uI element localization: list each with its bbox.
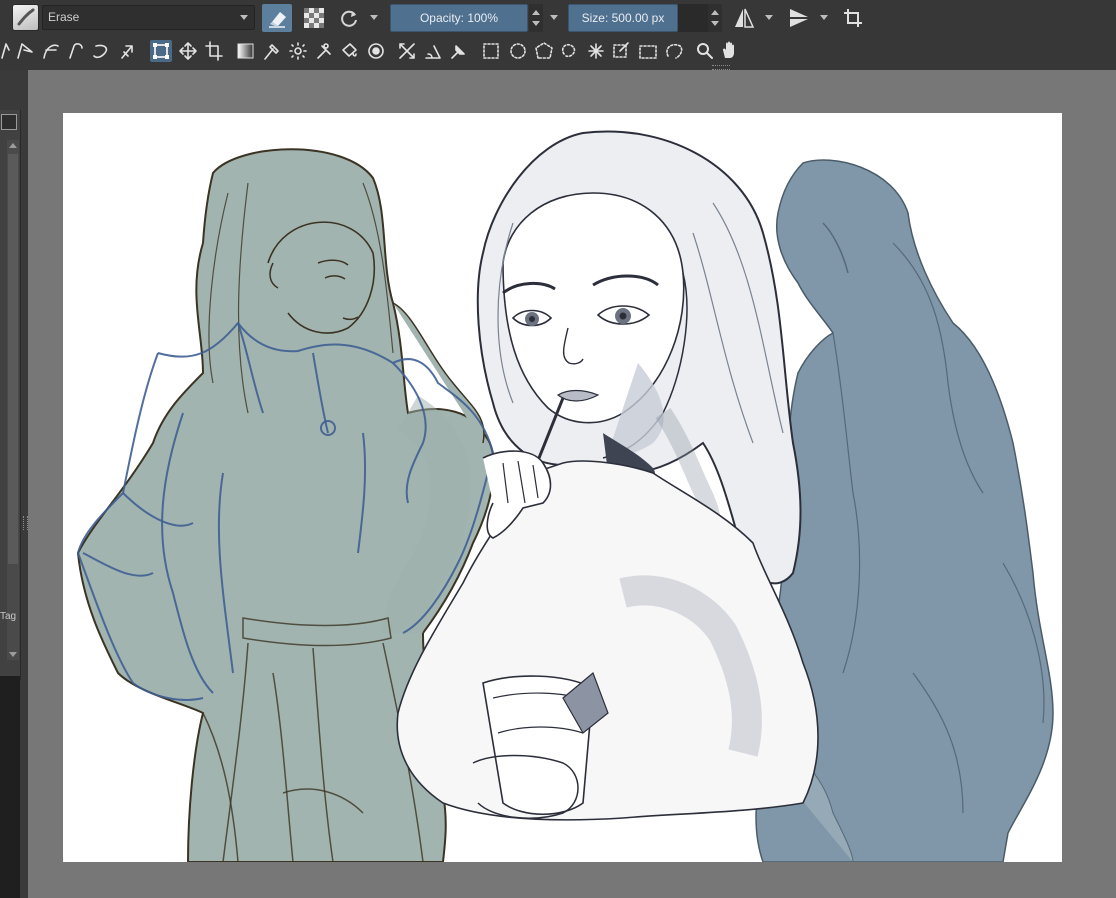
horizontal-mirror-button[interactable] — [731, 5, 757, 31]
gradient-icon[interactable] — [237, 43, 254, 59]
measure-icon[interactable] — [399, 43, 415, 59]
tag-label: Tag — [0, 611, 17, 622]
reference-pin-icon[interactable] — [451, 45, 465, 59]
chevron-down-icon[interactable] — [370, 15, 378, 20]
dynamic-brush-icon[interactable] — [93, 44, 108, 59]
zoom-icon[interactable] — [697, 43, 713, 59]
freehand-select-icon[interactable] — [561, 43, 576, 58]
spin-down-icon[interactable] — [532, 21, 540, 26]
sketch-artwork — [76, 130, 1054, 862]
rect-select-icon[interactable] — [483, 43, 499, 59]
opacity-spinner[interactable] — [529, 4, 543, 32]
size-value: Size: 500.00 px — [581, 11, 665, 25]
mirror-horizontal-icon — [735, 8, 755, 28]
opacity-value: Opacity: 100% — [419, 11, 499, 25]
spin-up-icon[interactable] — [532, 10, 540, 15]
chevron-down-icon[interactable] — [765, 15, 773, 20]
path-icon[interactable] — [1, 43, 10, 59]
opacity-slider[interactable]: Opacity: 100% — [390, 4, 528, 32]
magnetic-select-icon[interactable] — [666, 43, 683, 59]
wrap-around-button[interactable] — [840, 5, 866, 31]
chevron-down-icon — [240, 15, 248, 20]
chevron-down-icon[interactable] — [820, 15, 828, 20]
move-icon[interactable] — [179, 42, 197, 60]
canvas[interactable] — [63, 113, 1062, 862]
multibrush-icon[interactable] — [121, 45, 133, 59]
pan-icon[interactable] — [723, 41, 734, 59]
crop-icon[interactable] — [205, 41, 223, 61]
assistant-icon[interactable] — [317, 43, 331, 59]
tool-options-bar: Erase Opacity: 100% Size: 500.00 px — [0, 0, 1116, 36]
scroll-up-icon[interactable] — [9, 143, 17, 148]
eraser-mode-button[interactable] — [262, 4, 292, 32]
crop-wrap-icon — [844, 9, 862, 27]
mirror-vertical-icon — [790, 9, 808, 27]
brush-preset-name: Erase — [48, 10, 80, 24]
bezier-select-icon[interactable] — [639, 45, 657, 59]
scroll-down-icon[interactable] — [9, 652, 17, 657]
toolbox-icons — [1, 40, 734, 62]
similar-select-icon[interactable] — [613, 42, 629, 58]
docker-lower-panel — [0, 676, 20, 898]
bezier-curve-icon[interactable] — [43, 44, 59, 59]
canvas-area[interactable] — [28, 70, 1116, 898]
chevron-down-icon[interactable] — [550, 15, 558, 20]
contiguous-select-icon[interactable] — [588, 43, 604, 59]
smart-patch-icon[interactable] — [289, 42, 307, 60]
angle-icon[interactable] — [425, 45, 441, 59]
spin-down-icon[interactable] — [711, 21, 719, 26]
enclosed-fill-icon[interactable] — [368, 43, 384, 59]
left-docker: Tag — [0, 70, 28, 898]
reload-preset-button[interactable] — [337, 6, 361, 30]
eraser-icon — [269, 12, 286, 28]
brush-stroke-icon — [17, 8, 35, 26]
ellipse-select-icon[interactable] — [510, 43, 526, 59]
color-picker-icon[interactable] — [264, 44, 279, 60]
docker-scrollbar[interactable] — [7, 140, 19, 660]
polyline-icon[interactable] — [17, 43, 33, 59]
freehand-path-icon[interactable] — [69, 43, 83, 59]
preserve-alpha-button[interactable] — [302, 6, 326, 30]
size-slider-track[interactable] — [678, 4, 708, 32]
scrollbar-thumb[interactable] — [8, 154, 18, 564]
reload-icon — [341, 10, 357, 27]
polygon-select-icon[interactable] — [535, 42, 553, 59]
vertical-mirror-button[interactable] — [786, 5, 812, 31]
brush-preset-thumbnail[interactable] — [12, 4, 39, 31]
fill-icon[interactable] — [342, 43, 357, 57]
toolbox — [0, 36, 1116, 70]
docker-menu-button[interactable] — [1, 114, 17, 130]
brush-preset-selector[interactable]: Erase — [42, 5, 255, 30]
checkerboard-icon — [304, 8, 324, 28]
size-spinner[interactable] — [708, 4, 722, 32]
spin-up-icon[interactable] — [711, 10, 719, 15]
transform-icon[interactable] — [150, 40, 172, 62]
size-slider[interactable]: Size: 500.00 px — [568, 4, 678, 32]
